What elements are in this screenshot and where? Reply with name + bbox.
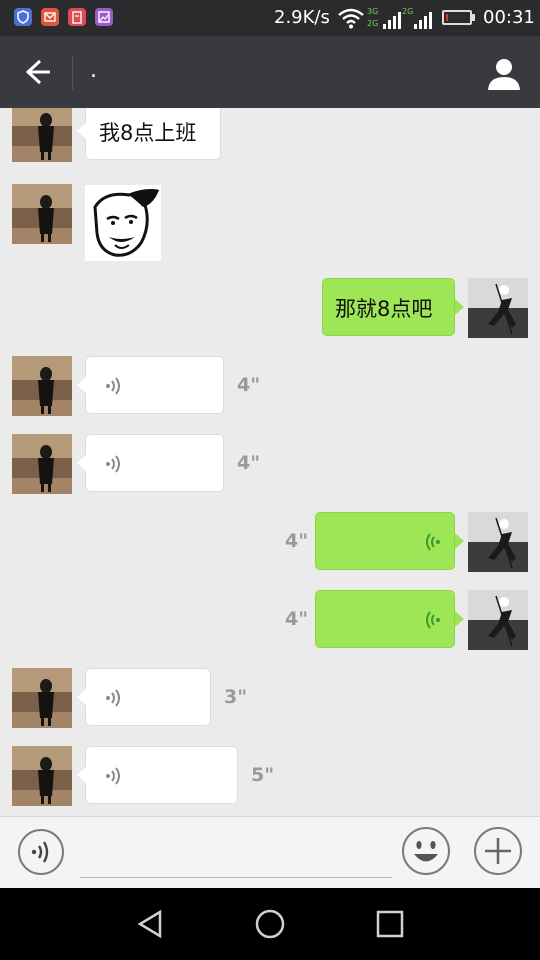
svg-text:3G: 3G (367, 7, 378, 16)
contact-info-button[interactable] (486, 56, 522, 92)
voice-duration: 5" (251, 764, 275, 786)
voice-wave-icon (106, 767, 120, 785)
contact-avatar[interactable] (12, 668, 72, 728)
svg-text:2G: 2G (402, 7, 413, 16)
clock: 00:31 (483, 7, 535, 28)
message-list[interactable]: 我8点上班 那就8点吧 4" 4" 4" 4" 3" 5" (0, 108, 540, 816)
contact-avatar[interactable] (12, 746, 72, 806)
input-bar (0, 816, 540, 888)
voice-duration: 4" (237, 452, 261, 474)
shield-icon (14, 8, 32, 26)
voice-wave-icon (426, 533, 440, 551)
voice-wave-icon (426, 611, 440, 629)
contact-avatar[interactable] (12, 184, 72, 244)
voice-toggle-button[interactable] (18, 829, 64, 875)
my-avatar[interactable] (468, 512, 528, 572)
battery-icon (442, 10, 472, 25)
voice-message-bubble[interactable] (77, 434, 224, 492)
voice-message-bubble[interactable] (77, 356, 224, 414)
voice-wave-icon (106, 455, 120, 473)
emoji-button[interactable] (402, 827, 450, 875)
home-circle-icon (255, 909, 285, 939)
signal-3g-icon: 3G 2G (367, 7, 401, 29)
voice-message-bubble[interactable] (77, 668, 211, 726)
plus-icon (474, 827, 522, 875)
mail-icon (41, 8, 59, 26)
back-triangle-icon (137, 909, 162, 939)
voice-message-bubble[interactable] (77, 746, 238, 804)
recents-square-icon (376, 910, 404, 938)
nav-home-button[interactable] (254, 908, 286, 940)
status-bar: 2.9K/s 3G 2G 2G 00:31 (0, 0, 540, 36)
voice-message-bubble[interactable] (315, 590, 464, 648)
voice-duration: 4" (237, 374, 261, 396)
voice-duration: 4" (285, 608, 309, 630)
battery-tip (472, 14, 475, 21)
wifi-icon (338, 8, 364, 29)
battery-level (446, 14, 448, 21)
header-divider (72, 56, 73, 90)
chat-header: . (0, 36, 540, 108)
contact-avatar[interactable] (12, 434, 72, 494)
more-options-button[interactable] (474, 827, 522, 875)
gallery-icon (95, 8, 113, 26)
emoji-icon (402, 827, 450, 875)
back-button[interactable] (16, 56, 56, 88)
message-bubble[interactable]: 我8点上班 (77, 108, 221, 160)
voice-wave-icon (106, 377, 120, 395)
contact-avatar[interactable] (12, 108, 72, 162)
message-bubble[interactable]: 那就8点吧 (322, 278, 464, 336)
my-avatar[interactable] (468, 590, 528, 650)
message-input[interactable] (80, 827, 392, 878)
system-nav-bar (0, 888, 540, 960)
voice-wave-icon (106, 689, 120, 707)
clipboard-icon (68, 8, 86, 26)
signal-2g-icon: 2G (402, 7, 432, 29)
nav-back-button[interactable] (134, 908, 166, 940)
person-icon (488, 59, 520, 90)
my-avatar[interactable] (468, 278, 528, 338)
voice-toggle-icon (18, 829, 64, 875)
message-text: 我8点上班 (99, 121, 197, 145)
voice-duration: 4" (285, 530, 309, 552)
sticker-image[interactable] (85, 185, 161, 261)
svg-text:2G: 2G (367, 19, 378, 28)
message-text: 那就8点吧 (335, 297, 433, 321)
nav-recents-button[interactable] (374, 908, 406, 940)
chat-title: . (90, 58, 97, 83)
contact-avatar[interactable] (12, 356, 72, 416)
voice-duration: 3" (224, 686, 248, 708)
arrow-left-icon (25, 59, 50, 85)
voice-message-bubble[interactable] (315, 512, 464, 570)
network-speed: 2.9K/s (274, 7, 330, 28)
